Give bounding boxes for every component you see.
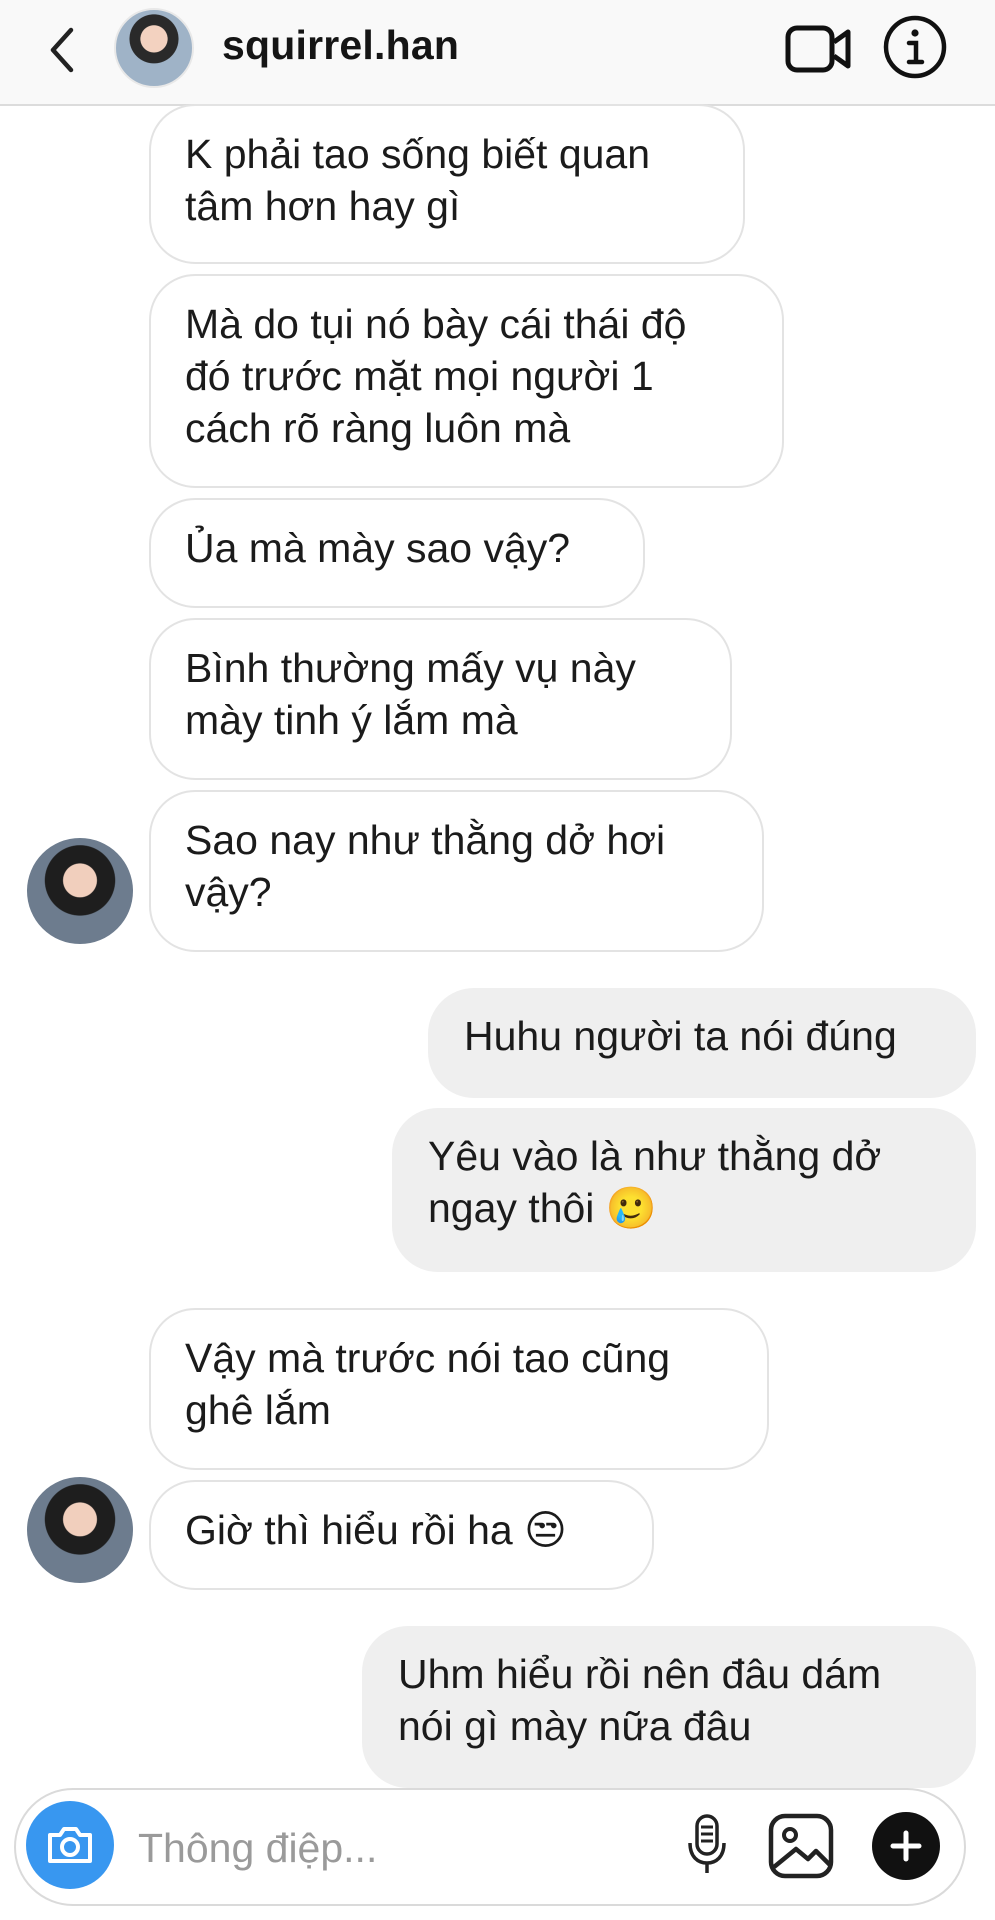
- message-bubble[interactable]: Giờ thì hiểu rồi ha 😒: [149, 1480, 654, 1590]
- header-avatar[interactable]: [114, 8, 194, 88]
- message-text: Mà do tụi nó bày cái thái độ đó trước mặ…: [185, 301, 687, 451]
- message-text: Ủa mà mày sao vậy?: [185, 525, 571, 571]
- message-bubble[interactable]: K phải tao sống biết quan tâm hơn hay gì: [149, 104, 745, 264]
- sender-avatar[interactable]: [27, 838, 133, 944]
- message-text: Bình thường mấy vụ này mày tinh ý lắm mà: [185, 645, 636, 743]
- video-call-button[interactable]: [784, 20, 854, 78]
- camera-icon: [48, 1827, 92, 1863]
- message-bubble-outgoing[interactable]: Uhm hiểu rồi nên đâu dám nói gì mày nữa …: [362, 1626, 976, 1788]
- microphone-button[interactable]: [686, 1813, 728, 1877]
- camera-button[interactable]: [26, 1801, 114, 1889]
- message-text: Giờ thì hiểu rồi ha 😒: [185, 1507, 567, 1553]
- message-text: Yêu vào là như thằng dở ngay thôi 🥲: [428, 1133, 882, 1231]
- message-bubble[interactable]: Ủa mà mày sao vậy?: [149, 498, 645, 608]
- chat-header: squirrel.han: [0, 0, 995, 106]
- gallery-button[interactable]: [766, 1811, 836, 1881]
- message-bubble[interactable]: Bình thường mấy vụ này mày tinh ý lắm mà: [149, 618, 732, 780]
- message-bubble[interactable]: Vậy mà trước nói tao cũng ghê lắm: [149, 1308, 769, 1470]
- message-bubble-outgoing[interactable]: Yêu vào là như thằng dở ngay thôi 🥲: [392, 1108, 976, 1272]
- message-text: Uhm hiểu rồi nên đâu dám nói gì mày nữa …: [398, 1651, 882, 1749]
- info-button[interactable]: [882, 14, 948, 80]
- chat-username[interactable]: squirrel.han: [222, 22, 459, 69]
- gallery-icon: [768, 1813, 834, 1879]
- video-call-icon: [785, 25, 851, 73]
- message-text: Vậy mà trước nói tao cũng ghê lắm: [185, 1335, 671, 1433]
- message-input[interactable]: [136, 1812, 660, 1884]
- chevron-left-icon: [50, 27, 74, 73]
- info-icon: [883, 15, 947, 79]
- sender-avatar[interactable]: [27, 1477, 133, 1583]
- plus-button[interactable]: [872, 1812, 940, 1880]
- message-bubble[interactable]: Mà do tụi nó bày cái thái độ đó trước mặ…: [149, 274, 784, 488]
- plus-icon: [890, 1830, 922, 1862]
- message-text: Sao nay như thằng dở hơi vậy?: [185, 817, 666, 915]
- message-text: K phải tao sống biết quan tâm hơn hay gì: [185, 131, 651, 229]
- message-text: Huhu người ta nói đúng: [464, 1013, 897, 1059]
- message-bubble-outgoing[interactable]: Huhu người ta nói đúng: [428, 988, 976, 1098]
- back-button[interactable]: [40, 22, 84, 78]
- microphone-icon: [688, 1814, 726, 1873]
- message-bubble[interactable]: Sao nay như thằng dở hơi vậy?: [149, 790, 764, 952]
